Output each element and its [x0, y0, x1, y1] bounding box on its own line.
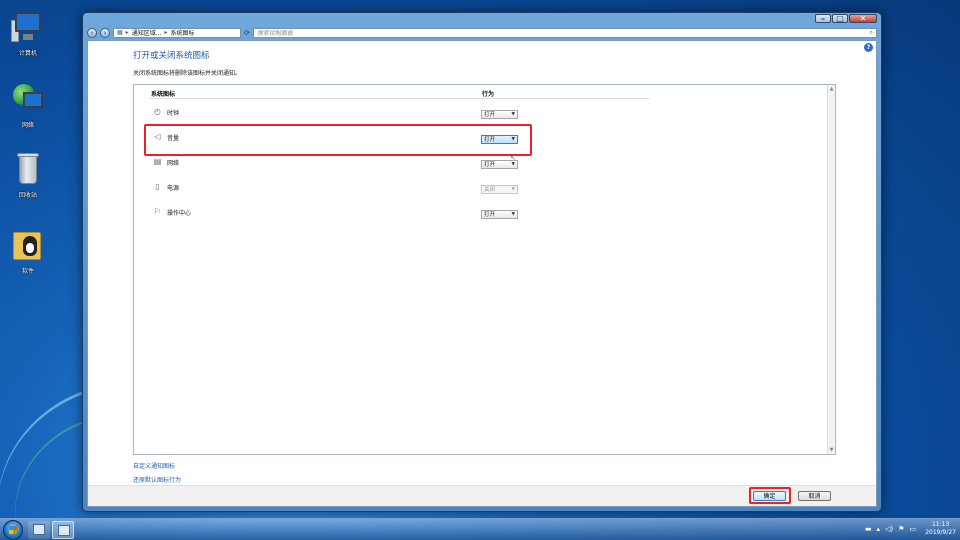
taskbar-app-control-panel[interactable]: [52, 521, 74, 539]
desktop-icon-label: 回收站: [18, 192, 37, 199]
desktop-icon-software[interactable]: 软件: [6, 228, 50, 275]
chevron-down-icon: ▼: [511, 162, 515, 167]
minimize-icon: –: [821, 14, 825, 23]
dropdown-value: 打开: [484, 212, 496, 218]
breadcrumb-system-icons[interactable]: 系统图标: [170, 28, 194, 37]
dialog-footer: 确定 取消: [88, 485, 876, 506]
list-item-action-center: ⚐ 操作中心 打开 ▼: [151, 206, 521, 220]
desktop-icon-network[interactable]: 网络: [6, 82, 50, 129]
desktop-icon-recycle-bin[interactable]: 回收站: [6, 152, 50, 199]
search-icon: ⌕: [869, 28, 873, 36]
action-center-flag-icon[interactable]: ⚑: [898, 525, 904, 533]
computer-icon: [11, 10, 45, 44]
control-panel-icon: ▦: [117, 29, 123, 36]
chevron-down-icon: ▼: [511, 187, 515, 192]
desktop-icon-computer[interactable]: 计算机: [6, 10, 50, 57]
dropdown-value: 关闭: [484, 187, 496, 193]
network-icon[interactable]: ▭: [909, 525, 916, 533]
breadcrumb-notification-area[interactable]: 通知区域...: [132, 28, 162, 37]
page-description: 关闭系统图标将删除该图标并关闭通知。: [133, 70, 242, 77]
close-button[interactable]: ✕: [849, 14, 877, 23]
folder-icon: [11, 228, 45, 262]
behavior-dropdown-clock[interactable]: 打开 ▼: [481, 110, 518, 119]
address-bar-row: ‹ › ▦ ▸ 通知区域... ▸ 系统图标 ⟳ 搜索控制面板 ⌕: [87, 27, 877, 38]
maximize-icon: □: [836, 14, 844, 23]
refresh-icon[interactable]: ⟳: [244, 29, 250, 37]
behavior-dropdown-action-center[interactable]: 打开 ▼: [481, 210, 518, 219]
list-item-clock: ◴ 时钟 打开 ▼: [151, 106, 521, 120]
address-bar[interactable]: ▦ ▸ 通知区域... ▸ 系统图标: [113, 27, 241, 38]
desktop-icon-label: 网络: [21, 122, 34, 129]
chevron-down-icon: ▼: [511, 212, 515, 217]
flag-icon: ⚐: [153, 207, 162, 216]
close-icon: ✕: [859, 14, 867, 23]
restore-default-behaviors-link[interactable]: 还原默认图标行为: [133, 475, 181, 484]
keyboard-icon[interactable]: ▬: [865, 525, 872, 533]
explorer-icon: [33, 524, 45, 535]
recycle-bin-icon: [11, 152, 45, 186]
taskbar: ▬ ▴ ◁) ⚑ ▭ 11:13 2019/9/27: [0, 518, 960, 540]
breadcrumb-sep: ▸: [125, 29, 129, 36]
network-globe-icon: [11, 82, 45, 116]
tray-expand-icon[interactable]: ▴: [876, 525, 880, 533]
back-button[interactable]: ‹: [87, 27, 97, 38]
page-title: 打开或关闭系统图标: [133, 51, 210, 61]
search-input[interactable]: 搜索控制面板 ⌕: [252, 27, 877, 38]
minimize-button[interactable]: –: [815, 14, 831, 23]
clock-date: 2019/9/27: [925, 529, 956, 536]
desktop-icon-label: 计算机: [18, 50, 37, 57]
volume-row-highlight: [144, 124, 532, 156]
clock[interactable]: 11:13 2019/9/27: [925, 521, 956, 537]
forward-button[interactable]: ›: [100, 27, 110, 38]
clock-icon: ◴: [154, 107, 161, 116]
window-controls: – □ ✕: [815, 14, 877, 23]
scroll-down-icon[interactable]: ▼: [828, 446, 835, 454]
control-panel-icon: [58, 525, 70, 536]
mouse-cursor-icon: ↖: [510, 154, 516, 162]
system-tray: ▬ ▴ ◁) ⚑ ▭: [865, 525, 916, 533]
forward-arrow-icon: ›: [103, 28, 107, 37]
windows-logo-icon: [9, 526, 17, 534]
scroll-up-icon[interactable]: ▲: [828, 85, 835, 93]
item-name: 电源: [167, 185, 180, 192]
dropdown-value: 打开: [484, 112, 496, 118]
customize-notification-icons-link[interactable]: 自定义通知图标: [133, 461, 175, 470]
desktop-icon-label: 软件: [21, 268, 34, 275]
cancel-button[interactable]: 取消: [798, 491, 831, 501]
column-header-behavior: 行为: [482, 91, 495, 98]
search-placeholder: 搜索控制面板: [256, 30, 293, 37]
volume-icon[interactable]: ◁): [885, 525, 893, 533]
network-icon: ▤: [153, 157, 162, 166]
scrollbar[interactable]: ▲ ▼: [827, 85, 835, 454]
column-header-icon: 系统图标: [151, 91, 176, 98]
control-panel-window: – □ ✕ ‹ › ▦ ▸ 通知区域... ▸ 系统图标 ⟳ 搜索控制面板 ⌕ …: [82, 12, 882, 512]
breadcrumb-sep: ▸: [164, 29, 168, 36]
item-name: 操作中心: [167, 210, 192, 217]
list-item-power: ▯ 电源 关闭 ▼: [151, 181, 521, 195]
content-area: ? 打开或关闭系统图标 关闭系统图标将删除该图标并关闭通知。 系统图标 行为 ◴…: [87, 40, 877, 507]
clock-time: 11:13: [931, 521, 950, 528]
maximize-button[interactable]: □: [832, 14, 848, 23]
power-icon: ▯: [155, 182, 160, 191]
chevron-down-icon: ▼: [511, 112, 515, 117]
list-item-network: ▤ 网络 打开 ▼: [151, 156, 521, 170]
back-arrow-icon: ‹: [90, 28, 94, 37]
start-button[interactable]: [3, 520, 23, 540]
item-name: 网络: [167, 160, 180, 167]
dropdown-value: 打开: [484, 162, 496, 168]
behavior-dropdown-power: 关闭 ▼: [481, 185, 518, 194]
help-icon[interactable]: ?: [864, 43, 873, 52]
header-divider: [148, 98, 650, 99]
item-name: 时钟: [167, 110, 180, 117]
system-icons-list: 系统图标 行为 ◴ 时钟 打开 ▼ ◁ 音量 打开 ▼ ▤ 网络 打开 ▼ ▯ …: [133, 84, 836, 455]
taskbar-app-explorer[interactable]: [28, 521, 50, 539]
ok-button-highlight: [749, 487, 791, 504]
